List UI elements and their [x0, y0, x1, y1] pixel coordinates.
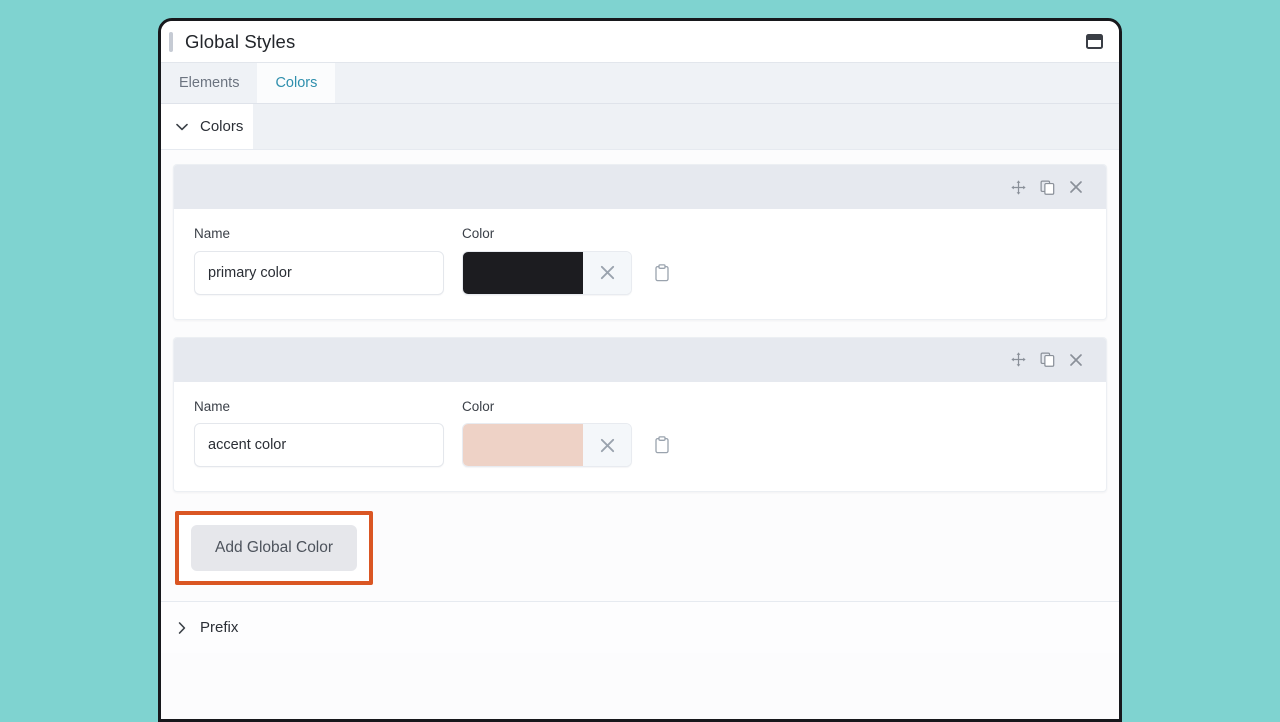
add-global-color-button[interactable]: Add Global Color — [191, 525, 357, 571]
panel-body: Name Color — [161, 150, 1119, 719]
section-header-colors[interactable]: Colors — [161, 104, 1119, 150]
move-arrows-icon[interactable] — [1006, 348, 1030, 372]
color-name-input[interactable] — [194, 251, 444, 295]
tab-colors[interactable]: Colors — [257, 63, 335, 103]
duplicate-icon[interactable] — [1035, 175, 1059, 199]
color-control-row — [462, 423, 675, 467]
chevron-down-icon — [175, 123, 189, 131]
window-restore-icon[interactable] — [1083, 31, 1105, 53]
color-card: Name Color — [173, 337, 1107, 493]
global-styles-panel: Global Styles Elements Colors Colors — [158, 18, 1122, 722]
color-card-toolbar — [174, 165, 1106, 209]
color-field-group: Color — [462, 400, 675, 468]
section-header-prefix[interactable]: Prefix — [161, 601, 1119, 653]
color-card-body: Name Color — [174, 209, 1106, 319]
name-field-group: Name — [194, 227, 444, 295]
color-control — [462, 251, 632, 295]
name-label: Name — [194, 400, 444, 414]
title-accent-bar — [169, 32, 173, 52]
tab-elements[interactable]: Elements — [161, 63, 257, 103]
close-x-icon[interactable] — [1064, 175, 1088, 199]
color-label: Color — [462, 227, 675, 241]
color-control — [462, 423, 632, 467]
panel-titlebar: Global Styles — [161, 21, 1119, 62]
color-label: Color — [462, 400, 675, 414]
chevron-right-icon — [175, 622, 189, 634]
duplicate-icon[interactable] — [1035, 348, 1059, 372]
add-global-color-highlight: Add Global Color — [175, 511, 373, 585]
clipboard-icon[interactable] — [649, 260, 675, 286]
name-label: Name — [194, 227, 444, 241]
page-title: Global Styles — [185, 31, 1083, 53]
name-field-group: Name — [194, 400, 444, 468]
color-swatch[interactable] — [463, 424, 583, 466]
clear-color-button[interactable] — [583, 424, 631, 466]
color-card-toolbar — [174, 338, 1106, 382]
color-swatch[interactable] — [463, 252, 583, 294]
clipboard-icon[interactable] — [649, 432, 675, 458]
section-label-colors: Colors — [200, 118, 243, 135]
move-arrows-icon[interactable] — [1006, 175, 1030, 199]
color-control-row — [462, 251, 675, 295]
color-card-body: Name Color — [174, 382, 1106, 492]
clear-color-button[interactable] — [583, 252, 631, 294]
section-label-prefix: Prefix — [200, 619, 238, 636]
color-list: Name Color — [161, 150, 1119, 601]
tab-bar: Elements Colors — [161, 62, 1119, 104]
close-x-icon[interactable] — [1064, 348, 1088, 372]
color-card: Name Color — [173, 164, 1107, 320]
color-name-input[interactable] — [194, 423, 444, 467]
color-field-group: Color — [462, 227, 675, 295]
